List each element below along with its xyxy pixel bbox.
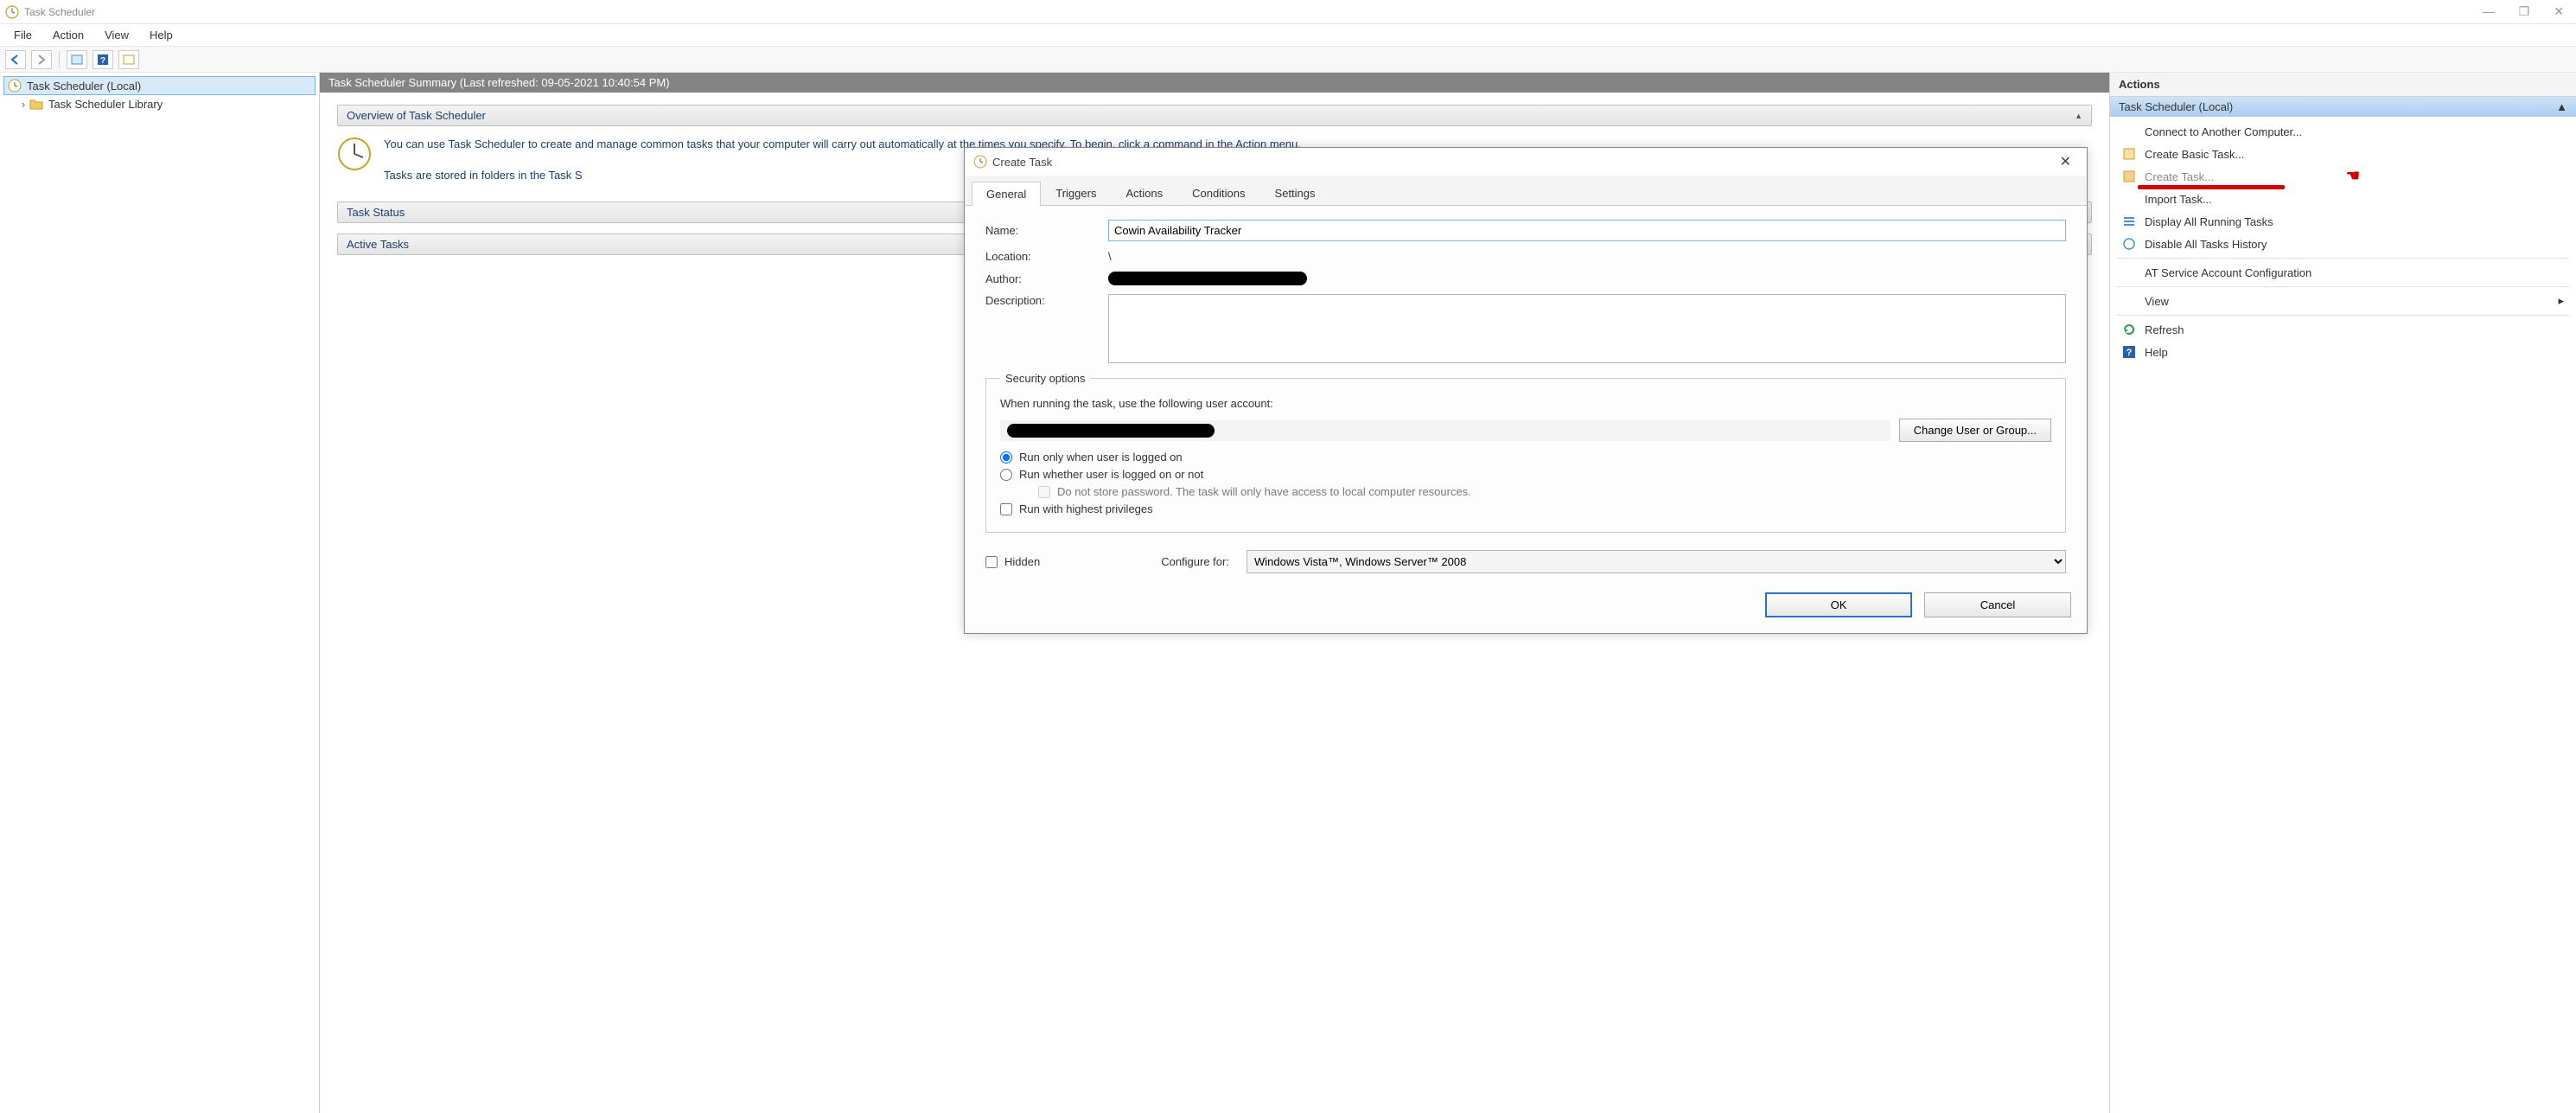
user-account-field: [1000, 420, 1891, 441]
svg-text:?: ?: [2126, 348, 2133, 358]
action-display-running[interactable]: Display All Running Tasks: [2110, 210, 2576, 233]
highest-privileges-check[interactable]: [1000, 503, 1012, 515]
action-disable-history[interactable]: Disable All Tasks History: [2110, 233, 2576, 255]
toolbar-icon-2[interactable]: [118, 50, 139, 69]
security-options: Security options When running the task, …: [985, 372, 2066, 533]
back-button[interactable]: [5, 50, 26, 69]
overview-group[interactable]: Overview of Task Scheduler ▲: [337, 105, 2092, 126]
blank-icon: [2122, 125, 2136, 138]
author-value-redacted: [1108, 272, 1307, 285]
when-running-label: When running the task, use the following…: [1000, 397, 2051, 410]
history-icon: [2122, 237, 2136, 251]
overview-paragraph-2a: Tasks are stored in folders in the Task …: [384, 169, 583, 182]
dialog-title: Create Task: [992, 156, 2053, 169]
maximize-button[interactable]: ❐: [2519, 4, 2530, 19]
blank-icon: [2122, 294, 2136, 308]
forward-button[interactable]: [31, 50, 52, 69]
configure-for-select[interactable]: Windows Vista™, Windows Server™ 2008: [1247, 550, 2066, 573]
expand-icon[interactable]: ›: [17, 98, 29, 111]
active-tasks-title: Active Tasks: [347, 238, 409, 251]
hidden-check[interactable]: [985, 556, 998, 568]
tree-root[interactable]: Task Scheduler (Local): [3, 76, 316, 95]
highest-privileges-label: Run with highest privileges: [1019, 502, 1153, 515]
toolbar-icon-1[interactable]: [67, 50, 87, 69]
clock-large-icon: [337, 137, 372, 171]
hidden-label: Hidden: [1004, 555, 1040, 568]
name-input[interactable]: [1108, 220, 2066, 241]
refresh-icon: [2122, 323, 2136, 336]
close-window-button[interactable]: ✕: [2554, 4, 2564, 19]
description-label: Description:: [985, 294, 1098, 307]
security-legend: Security options: [1000, 372, 1091, 385]
run-logged-on-label: Run only when user is logged on: [1019, 451, 1183, 464]
action-at-service[interactable]: AT Service Account Configuration: [2110, 261, 2576, 284]
actions-section-title: Task Scheduler (Local) ▲: [2110, 97, 2576, 117]
clock-icon: [8, 79, 22, 93]
menu-file[interactable]: File: [5, 27, 41, 43]
action-refresh[interactable]: Refresh: [2110, 318, 2576, 341]
minimize-button[interactable]: —: [2483, 4, 2495, 19]
configure-for-label: Configure for:: [1161, 555, 1229, 568]
annotation-pointer: ☚: [2346, 167, 2360, 185]
help-icon: ?: [2122, 345, 2136, 359]
submenu-arrow-icon: ▸: [2558, 294, 2564, 308]
clock-icon: [973, 155, 987, 169]
app-title: Task Scheduler: [24, 6, 2483, 18]
tab-actions[interactable]: Actions: [1111, 181, 1177, 205]
summary-header: Task Scheduler Summary (Last refreshed: …: [320, 73, 2109, 93]
center-pane: Task Scheduler Summary (Last refreshed: …: [320, 73, 2109, 1113]
menu-bar: File Action View Help: [0, 24, 2576, 47]
svg-text:?: ?: [100, 56, 105, 66]
dialog-close-button[interactable]: ✕: [2053, 153, 2078, 170]
wizard-icon: [2122, 147, 2136, 161]
task-status-title: Task Status: [347, 206, 405, 219]
location-label: Location:: [985, 250, 1098, 263]
navigation-tree: Task Scheduler (Local) › Task Scheduler …: [0, 73, 320, 1113]
blank-icon: [2122, 192, 2136, 206]
menu-action[interactable]: Action: [44, 27, 92, 43]
ok-button[interactable]: OK: [1765, 592, 1912, 617]
collapse-icon[interactable]: ▲: [2556, 100, 2567, 113]
dialog-tabs: General Triggers Actions Conditions Sett…: [965, 176, 2087, 206]
create-task-dialog: Create Task ✕ General Triggers Actions C…: [964, 147, 2088, 634]
run-logged-on-radio[interactable]: [1000, 451, 1012, 464]
no-store-password-label: Do not store password. The task will onl…: [1057, 485, 1471, 498]
list-icon: [2122, 214, 2136, 228]
actions-pane: Actions Task Scheduler (Local) ▲ Connect…: [2109, 73, 2576, 1113]
action-create-basic-task[interactable]: Create Basic Task...: [2110, 143, 2576, 165]
help-toolbar-button[interactable]: ?: [92, 50, 113, 69]
clock-icon: [5, 5, 19, 19]
change-user-button[interactable]: Change User or Group...: [1899, 419, 2051, 442]
action-import-task[interactable]: Import Task...: [2110, 188, 2576, 210]
title-bar: Task Scheduler — ❐ ✕: [0, 0, 2576, 24]
collapse-icon[interactable]: ▲: [2075, 112, 2082, 120]
tree-library[interactable]: › Task Scheduler Library: [3, 95, 316, 112]
tree-root-label: Task Scheduler (Local): [27, 80, 141, 93]
blank-icon: [2122, 265, 2136, 279]
action-view[interactable]: View ▸: [2110, 290, 2576, 312]
actions-pane-title: Actions: [2110, 73, 2576, 97]
toolbar: ?: [0, 47, 2576, 73]
task-icon: [2122, 170, 2136, 183]
cancel-button[interactable]: Cancel: [1924, 592, 2071, 617]
run-whether-radio[interactable]: [1000, 469, 1012, 481]
menu-view[interactable]: View: [96, 27, 137, 43]
tree-library-label: Task Scheduler Library: [48, 98, 163, 111]
overview-title: Overview of Task Scheduler: [347, 109, 486, 122]
action-connect[interactable]: Connect to Another Computer...: [2110, 120, 2576, 143]
run-whether-label: Run whether user is logged on or not: [1019, 468, 1203, 481]
name-label: Name:: [985, 224, 1098, 237]
tab-conditions[interactable]: Conditions: [1177, 181, 1259, 205]
location-value: \: [1108, 250, 1112, 263]
description-input[interactable]: [1108, 294, 2066, 363]
tab-general[interactable]: General: [972, 182, 1041, 206]
menu-help[interactable]: Help: [141, 27, 182, 43]
tab-settings[interactable]: Settings: [1260, 181, 1330, 205]
author-label: Author:: [985, 272, 1098, 285]
no-store-password-check: [1038, 486, 1050, 498]
action-help[interactable]: ? Help: [2110, 341, 2576, 363]
tab-triggers[interactable]: Triggers: [1041, 181, 1111, 205]
folder-icon: [29, 97, 43, 111]
action-create-task[interactable]: Create Task... ☚: [2110, 165, 2576, 188]
